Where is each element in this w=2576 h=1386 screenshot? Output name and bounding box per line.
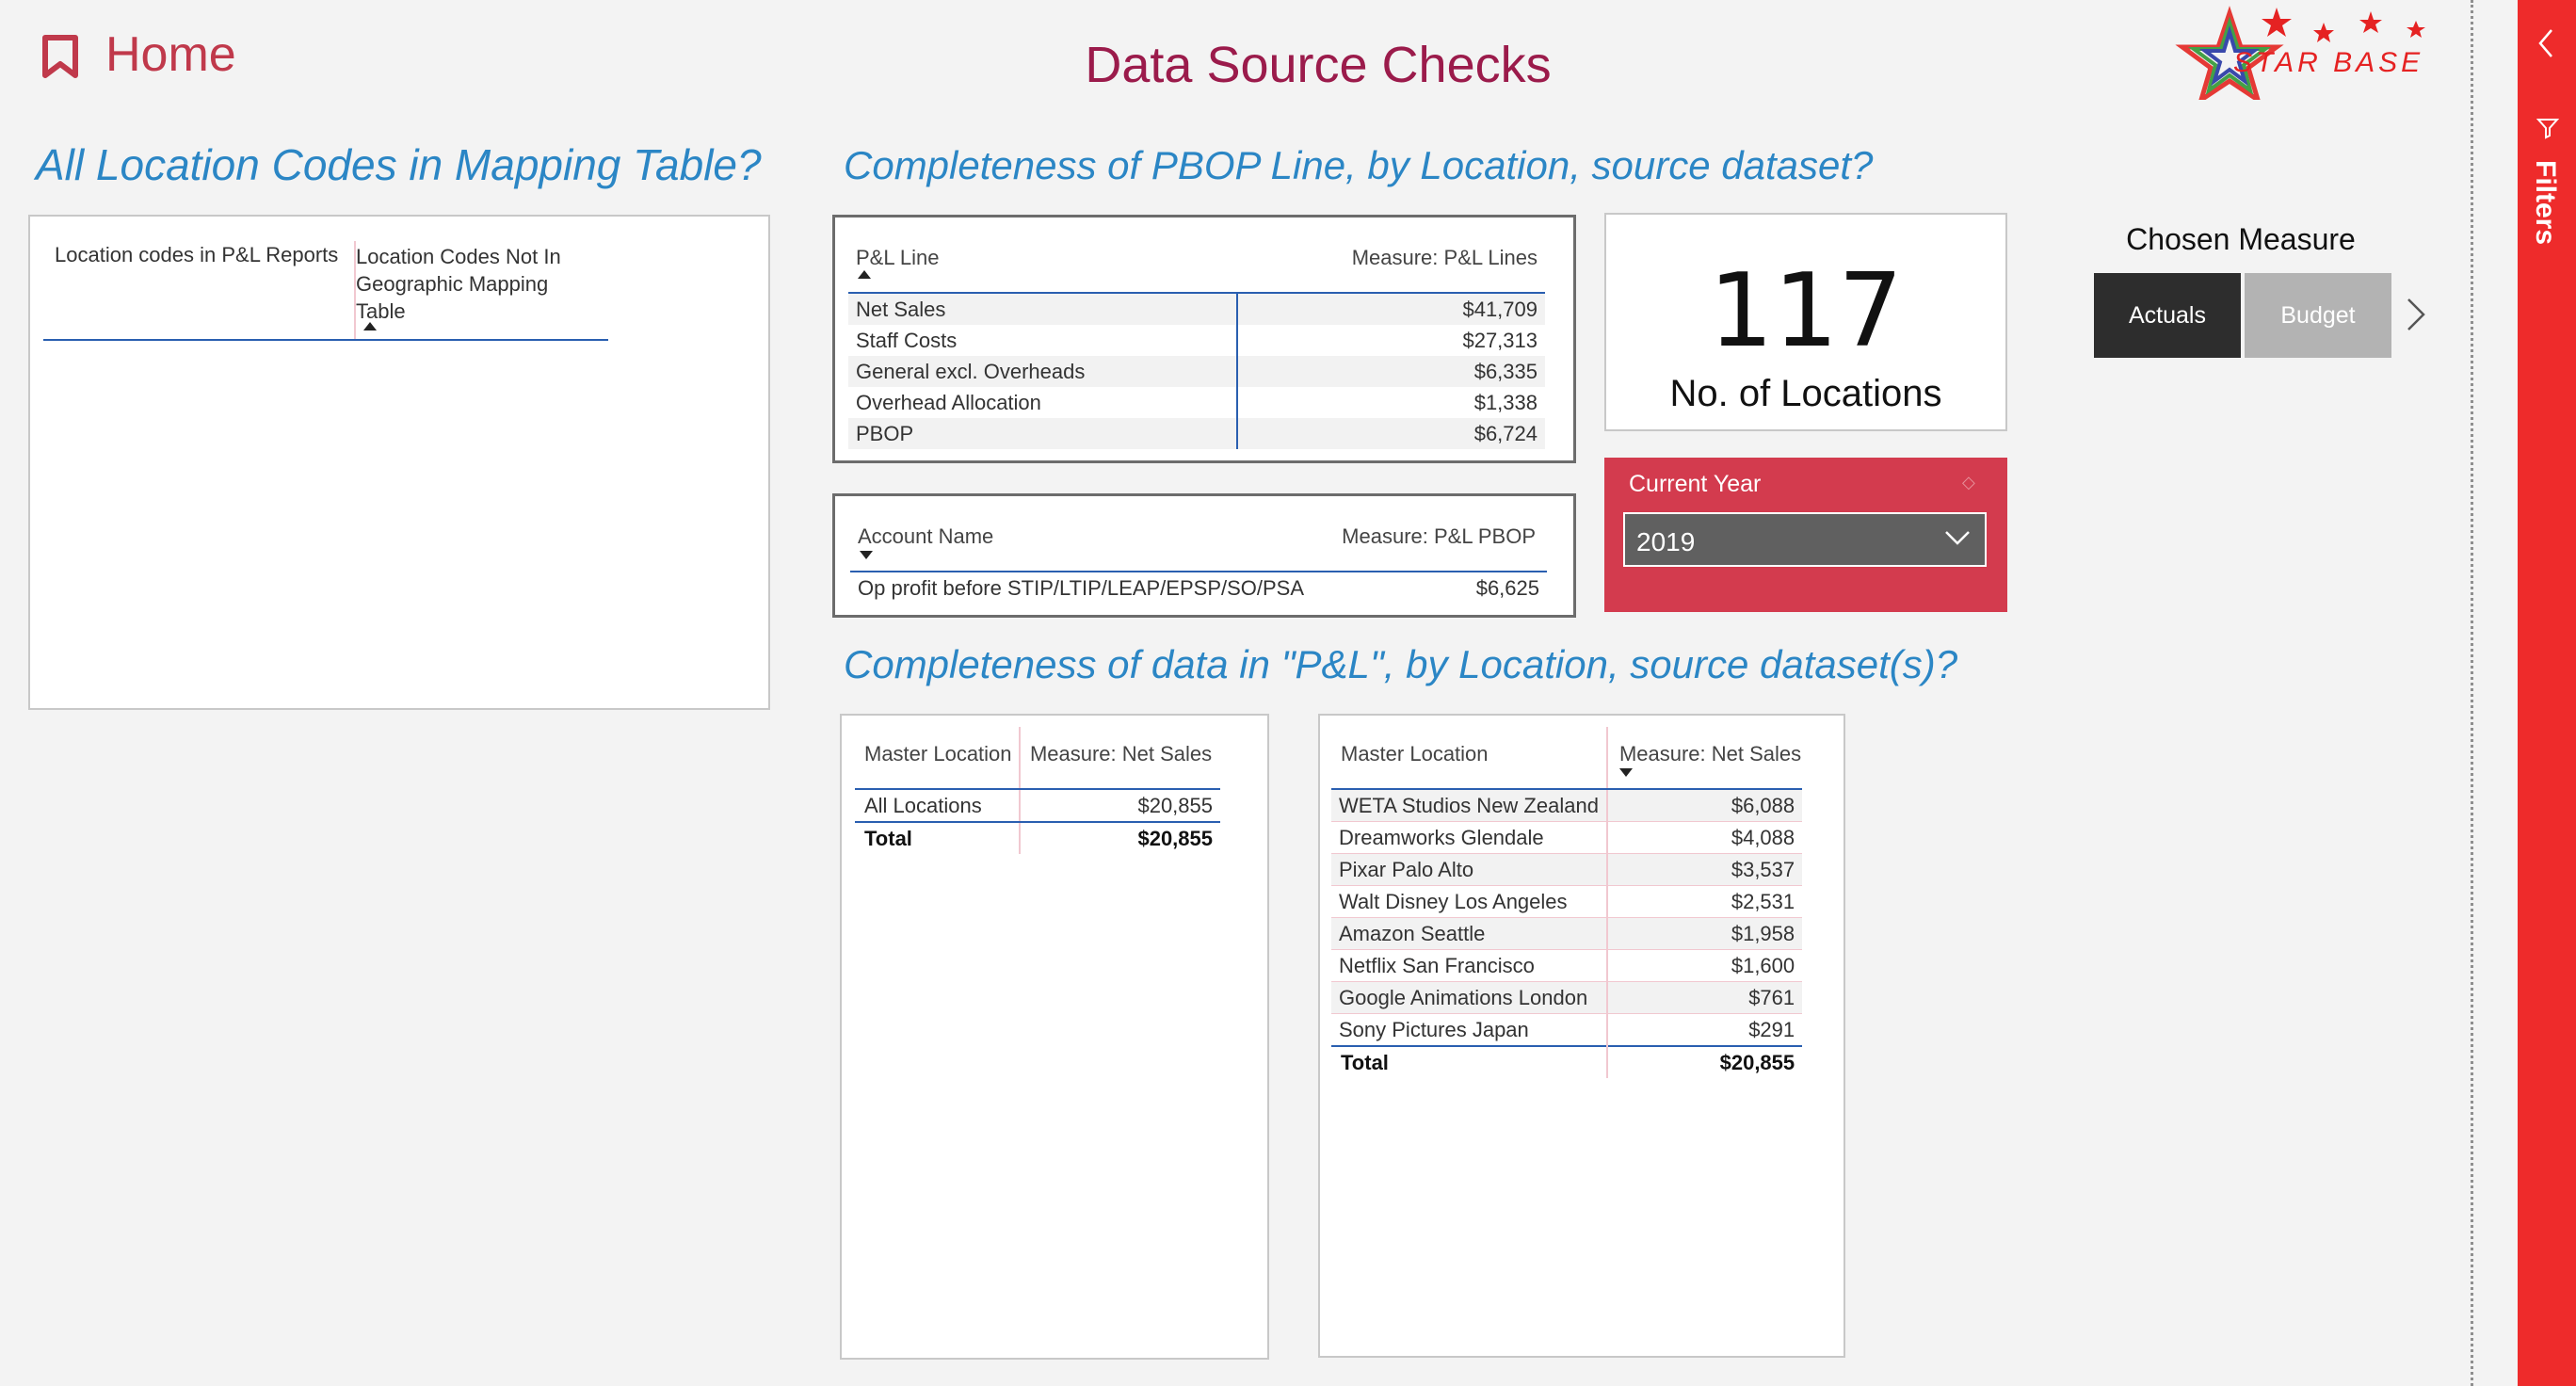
row-value: $6,625 bbox=[1331, 572, 1547, 604]
table-header: Location codes in P&L Reports Location C… bbox=[43, 230, 608, 341]
page-title: Data Source Checks bbox=[1085, 37, 1552, 93]
chevron-left-icon[interactable] bbox=[2535, 26, 2557, 60]
table-row[interactable]: PBOP $6,724 bbox=[848, 418, 1545, 449]
logo-text: STAR BASE bbox=[2233, 47, 2423, 78]
row-value: $6,088 bbox=[1606, 789, 1803, 822]
total-label: Total bbox=[1331, 1045, 1608, 1078]
total-value: $20,855 bbox=[1019, 822, 1220, 854]
row-label: Pixar Palo Alto bbox=[1331, 853, 1608, 886]
table-row[interactable]: Pixar Palo Alto $3,537 bbox=[1331, 853, 1803, 886]
slicer-title: Current Year bbox=[1629, 471, 1762, 497]
column-header-measure-pl-lines[interactable]: Measure: P&L Lines bbox=[1236, 231, 1545, 294]
budget-button[interactable]: Budget bbox=[2245, 273, 2391, 358]
column-header-account-name[interactable]: Account Name bbox=[850, 509, 1332, 572]
total-value: $20,855 bbox=[1606, 1045, 1803, 1078]
clear-selection-icon[interactable]: ◇ bbox=[1962, 473, 1975, 492]
current-year-slicer[interactable]: Current Year ◇ 2019 bbox=[1604, 458, 2007, 612]
master-location-total-table: Master Location Measure: Net Sales All L… bbox=[855, 727, 1220, 854]
row-value: $3,537 bbox=[1606, 853, 1803, 886]
master-location-total-visual[interactable]: Master Location Measure: Net Sales All L… bbox=[840, 714, 1269, 1360]
row-label: Google Animations London bbox=[1331, 981, 1608, 1014]
row-label: Overhead Allocation bbox=[848, 387, 1238, 418]
row-value: $6,335 bbox=[1236, 356, 1545, 387]
row-label: Op profit before STIP/LTIP/LEAP/EPSP/SO/… bbox=[850, 572, 1332, 604]
pbop-lines-table-visual[interactable]: P&L Line Measure: P&L Lines Net Sales $41… bbox=[832, 215, 1576, 463]
location-codes-table-visual[interactable]: Location codes in P&L Reports Location C… bbox=[28, 215, 770, 710]
column-header-codes-not-in-mapping[interactable]: Location Codes Not In Geographic Mapping… bbox=[356, 243, 601, 325]
row-label: All Locations bbox=[855, 789, 1021, 823]
year-dropdown-value: 2019 bbox=[1636, 527, 1696, 556]
pane-divider bbox=[2471, 0, 2473, 1386]
pbop-lines-table: P&L Line Measure: P&L Lines Net Sales $41… bbox=[848, 231, 1545, 449]
row-value: $27,313 bbox=[1462, 328, 1538, 352]
total-label: Total bbox=[855, 822, 1021, 854]
master-location-net-sales-visual[interactable]: Master Location Measure: Net Sales WETA … bbox=[1318, 714, 1845, 1358]
row-label: Net Sales bbox=[848, 293, 1238, 325]
card-value: 117 bbox=[1708, 252, 1904, 370]
sort-ascending-icon[interactable] bbox=[363, 322, 377, 330]
table-row[interactable]: Dreamworks Glendale $4,088 bbox=[1331, 821, 1803, 854]
year-dropdown[interactable]: 2019 bbox=[1623, 512, 1987, 567]
table-row[interactable]: Op profit before STIP/LTIP/LEAP/EPSP/SO/… bbox=[850, 572, 1547, 604]
column-header-master-location[interactable]: Master Location bbox=[1331, 727, 1608, 790]
row-value: $6,724 bbox=[1236, 418, 1545, 449]
table-row[interactable]: Google Animations London $761 bbox=[1331, 981, 1803, 1014]
column-header-location-codes[interactable]: Location codes in P&L Reports bbox=[55, 243, 338, 267]
row-label: PBOP bbox=[848, 418, 1238, 449]
row-value: $2,531 bbox=[1606, 885, 1803, 918]
row-value: $1,600 bbox=[1606, 949, 1803, 982]
table-row[interactable]: Overhead Allocation $1,338 bbox=[848, 387, 1545, 418]
row-value: $1,958 bbox=[1606, 917, 1803, 950]
section-title-pl-data: Completeness of data in "P&L", by Locati… bbox=[844, 642, 1958, 686]
actuals-button[interactable]: Actuals bbox=[2094, 273, 2241, 358]
filters-pane-collapsed[interactable]: Filters bbox=[2518, 0, 2576, 1386]
table-row[interactable]: General excl. Overheads $6,335 bbox=[848, 356, 1545, 387]
chevron-right-icon[interactable] bbox=[2405, 296, 2427, 333]
row-label: Staff Costs bbox=[848, 325, 1238, 356]
row-label: Dreamworks Glendale bbox=[1331, 821, 1608, 854]
bookmark-icon[interactable] bbox=[41, 34, 79, 79]
row-label: General excl. Overheads bbox=[848, 356, 1238, 387]
star-base-logo: STAR BASE bbox=[2175, 6, 2425, 100]
table-row[interactable]: WETA Studios New Zealand $6,088 bbox=[1331, 789, 1803, 822]
row-value: $4,088 bbox=[1606, 821, 1803, 854]
master-location-net-sales-table: Master Location Measure: Net Sales WETA … bbox=[1331, 727, 1803, 1078]
section-title-location-codes: All Location Codes in Mapping Table? bbox=[36, 140, 762, 189]
chosen-measure-title: Chosen Measure bbox=[2126, 222, 2356, 256]
table-row[interactable]: Sony Pictures Japan $291 bbox=[1331, 1013, 1803, 1047]
column-header-measure-net-sales[interactable]: Measure: Net Sales bbox=[1606, 727, 1803, 790]
row-value: $41,709 bbox=[1236, 293, 1545, 325]
row-value: $291 bbox=[1606, 1013, 1803, 1047]
sort-descending-icon[interactable] bbox=[860, 551, 873, 559]
column-header-pl-line[interactable]: P&L Line bbox=[848, 231, 1237, 294]
row-label: Walt Disney Los Angeles bbox=[1331, 885, 1608, 918]
row-label: Sony Pictures Japan bbox=[1331, 1013, 1608, 1047]
home-link[interactable]: Home bbox=[105, 26, 236, 83]
column-header-measure-net-sales[interactable]: Measure: Net Sales bbox=[1019, 727, 1220, 790]
card-label: No. of Locations bbox=[1669, 373, 1942, 414]
column-header-master-location[interactable]: Master Location bbox=[855, 727, 1021, 790]
table-row[interactable]: Walt Disney Los Angeles $2,531 bbox=[1331, 885, 1803, 918]
sort-descending-icon[interactable] bbox=[1618, 768, 1633, 777]
row-label: WETA Studios New Zealand bbox=[1331, 789, 1608, 822]
filter-icon bbox=[2536, 119, 2559, 139]
column-header-measure-pl-pbop[interactable]: Measure: P&L PBOP bbox=[1331, 509, 1547, 572]
row-label: Netflix San Francisco bbox=[1331, 949, 1608, 982]
chevron-down-icon bbox=[1945, 531, 1970, 545]
no-of-locations-card: 117 No. of Locations bbox=[1604, 213, 2007, 431]
row-value: $20,855 bbox=[1019, 789, 1220, 823]
row-label: Amazon Seattle bbox=[1331, 917, 1608, 950]
row-value: $1,338 bbox=[1473, 390, 1538, 414]
pbop-account-table: Account Name Measure: P&L PBOP Op profit… bbox=[850, 509, 1547, 604]
section-title-pbop: Completeness of PBOP Line, by Location, … bbox=[844, 143, 1874, 187]
table-row[interactable]: Staff Costs $27,313 bbox=[848, 325, 1545, 356]
table-row[interactable]: Netflix San Francisco $1,600 bbox=[1331, 949, 1803, 982]
filters-label[interactable]: Filters bbox=[2529, 160, 2561, 245]
row-value: $761 bbox=[1606, 981, 1803, 1014]
table-row[interactable]: Net Sales $41,709 bbox=[848, 293, 1545, 325]
pbop-account-table-visual[interactable]: Account Name Measure: P&L PBOP Op profit… bbox=[832, 493, 1576, 618]
table-row[interactable]: Amazon Seattle $1,958 bbox=[1331, 917, 1803, 950]
sort-ascending-icon[interactable] bbox=[858, 270, 871, 279]
